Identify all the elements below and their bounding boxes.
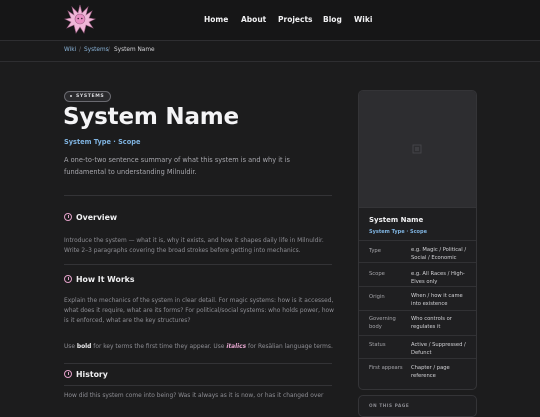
overview-paragraph: Introduce the system — what it is, why i… — [64, 238, 324, 254]
infobox: System Name System Type · Scope Type e.g… — [358, 90, 477, 390]
badge-label: SYSTEMS — [76, 94, 105, 99]
infobox-key: Scope — [369, 271, 385, 277]
page-title: System Name — [63, 104, 239, 130]
how-it-works-paragraph-2: Use bold for key terms the first time th… — [64, 342, 336, 352]
bold-term: bold — [76, 344, 92, 350]
infobox-row: Type e.g. Magic / Political / Social / E… — [359, 240, 476, 262]
divider — [64, 195, 332, 196]
infobox-row: Status Active / Suppressed / Defunct — [359, 335, 476, 358]
nav-blog-link[interactable]: Blog — [323, 15, 342, 24]
main-nav: Home About Projects Blog Wiki — [0, 15, 540, 27]
divider — [64, 264, 332, 265]
image-icon — [412, 144, 422, 154]
infobox-value: e.g. All Races / High-Elves only — [411, 271, 465, 285]
info-icon — [64, 213, 72, 221]
infobox-table: Type e.g. Magic / Political / Social / E… — [359, 240, 476, 383]
info-icon — [64, 370, 72, 378]
infobox-title: System Name — [369, 216, 424, 224]
section-heading-label: How It Works — [76, 275, 135, 284]
breadcrumb-current: System Name — [114, 47, 155, 53]
nav-home-link[interactable]: Home — [204, 15, 228, 24]
toc-label: ON THIS PAGE — [369, 403, 410, 408]
section-heading-label: Overview — [76, 213, 118, 222]
infobox-value: e.g. Magic / Political / Social / Econom… — [411, 247, 467, 261]
section-heading-label: History — [76, 370, 108, 379]
how-it-works-paragraph: Explain the mechanics of the system in c… — [64, 298, 334, 324]
info-icon — [64, 275, 72, 283]
infobox-value: Active / Suppressed / Defunct — [411, 342, 466, 356]
section-heading-how-it-works: How It Works — [64, 275, 135, 284]
badge-dot-icon — [70, 94, 72, 97]
breadcrumb-separator: / — [79, 47, 81, 53]
section-heading-history: History — [64, 370, 108, 379]
breadcrumb-separator: / — [108, 47, 110, 53]
infobox-key: Governing body — [369, 316, 396, 330]
infobox-row: Governing body Who controls or regulates… — [359, 310, 476, 335]
divider — [64, 385, 332, 386]
toc-card: ON THIS PAGE — [358, 395, 477, 417]
infobox-key: Origin — [369, 294, 385, 300]
breadcrumb-systems-link[interactable]: Systems — [84, 47, 109, 53]
nav-projects-link[interactable]: Projects — [278, 15, 313, 24]
site-header: Home About Projects Blog Wiki — [0, 0, 540, 41]
history-paragraph: How did this system come into being? Was… — [64, 393, 324, 399]
breadcrumb: Wiki / Systems / System Name — [0, 41, 540, 62]
text-run: for Resälian language terms. — [246, 344, 333, 350]
infobox-value: When / how it came into existence — [411, 293, 463, 307]
nav-wiki-link[interactable]: Wiki — [354, 15, 372, 24]
infobox-value: Chapter / page reference — [411, 365, 450, 379]
infobox-value: Who controls or regulates it — [411, 316, 452, 330]
page-summary: A one-to-two sentence summary of what th… — [64, 156, 290, 176]
italic-term: italics — [226, 344, 247, 350]
divider — [64, 363, 332, 364]
infobox-row: First appears Chapter / page reference — [359, 358, 476, 383]
page-subtitle: System Type · Scope — [64, 138, 141, 146]
nav-about-link[interactable]: About — [241, 15, 266, 24]
infobox-row: Origin When / how it came into existence — [359, 286, 476, 310]
infobox-key: Type — [369, 248, 381, 254]
infobox-image-placeholder — [359, 91, 476, 208]
text-run: for key terms the first time they appear… — [91, 344, 227, 350]
category-badge[interactable]: SYSTEMS — [64, 91, 112, 102]
infobox-key: Status — [369, 342, 386, 348]
infobox-subtitle: System Type · Scope — [369, 229, 427, 235]
text-run: Use — [64, 344, 77, 350]
infobox-key: First appears — [369, 365, 403, 371]
breadcrumb-wiki-link[interactable]: Wiki — [64, 47, 76, 53]
infobox-row: Scope e.g. All Races / High-Elves only — [359, 262, 476, 286]
section-heading-overview: Overview — [64, 213, 117, 222]
